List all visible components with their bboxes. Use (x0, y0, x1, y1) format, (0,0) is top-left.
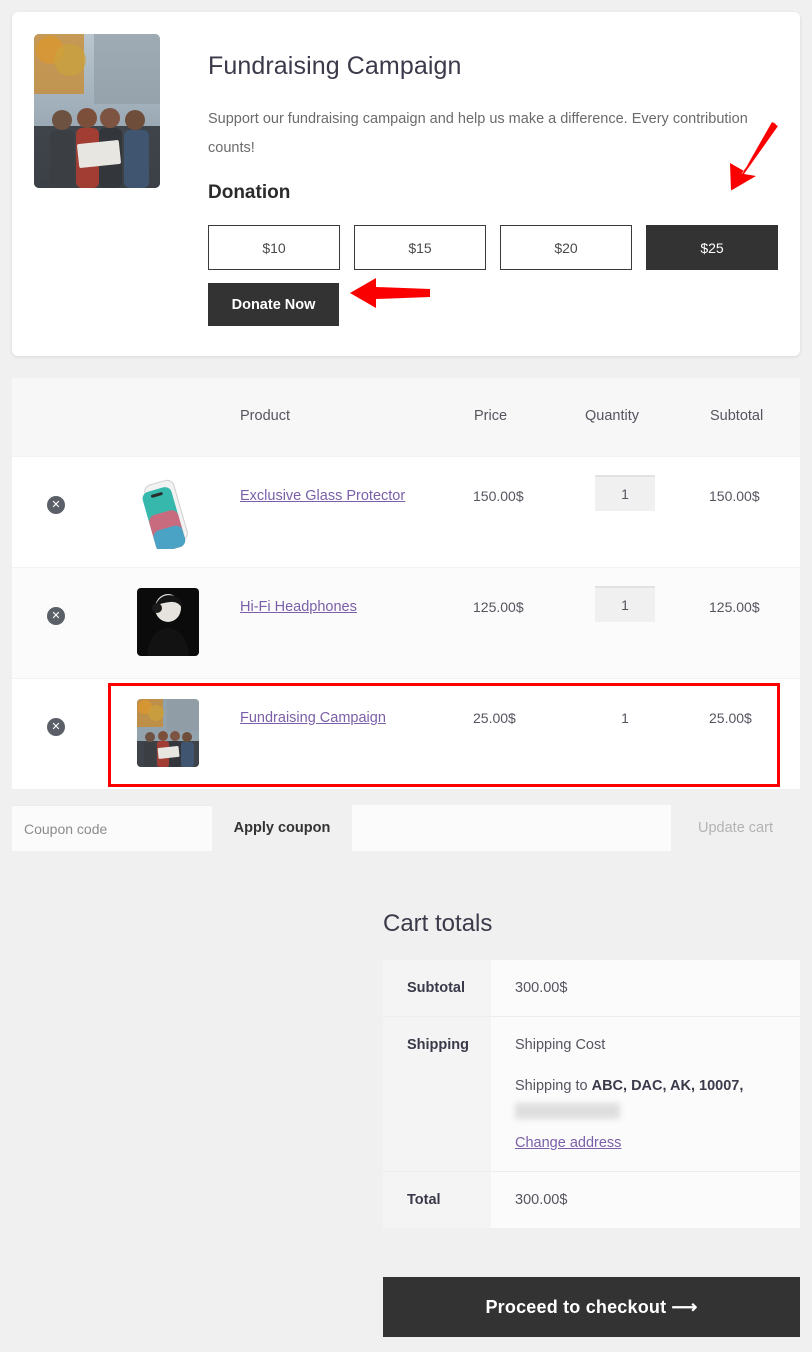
cart-page: Fundraising Campaign Support our fundrai… (0, 0, 812, 1352)
apply-coupon-button[interactable]: Apply coupon (212, 805, 352, 851)
campaign-description: Support our fundraising campaign and hel… (208, 111, 748, 156)
subtotal-label: Subtotal (383, 960, 491, 1016)
remove-item-icon[interactable]: ✕ (47, 718, 65, 736)
donation-card: Fundraising Campaign Support our fundrai… (12, 12, 800, 356)
column-header-product: Product (240, 408, 290, 424)
campaign-thumbnail (34, 34, 160, 188)
quantity-input[interactable] (595, 475, 655, 511)
proceed-to-checkout-button[interactable]: Proceed to checkout ⟶ (383, 1277, 800, 1337)
totals-row-shipping: Shipping Shipping Cost Shipping to ABC, … (383, 1016, 800, 1171)
column-header-quantity: Quantity (585, 408, 639, 424)
campaign-title: Fundraising Campaign (208, 52, 462, 80)
subtotal-value: 300.00$ (491, 960, 800, 1016)
shipping-value: Shipping Cost Shipping to ABC, DAC, AK, … (491, 1017, 800, 1171)
product-price: 25.00$ (473, 710, 516, 726)
remove-item-icon[interactable]: ✕ (47, 496, 65, 514)
donation-amount-20[interactable]: $20 (500, 225, 632, 270)
product-thumbnail (137, 588, 199, 656)
product-quantity: 1 (621, 710, 629, 726)
shipping-to-prefix: Shipping to (515, 1078, 592, 1094)
shipping-address-text: Shipping to ABC, DAC, AK, 10007, (515, 1075, 800, 1097)
column-header-subtotal: Subtotal (710, 408, 764, 424)
product-subtotal: 25.00$ (709, 710, 752, 726)
cart-totals-title: Cart totals (383, 910, 493, 937)
product-subtotal: 125.00$ (709, 599, 760, 615)
update-cart-button[interactable]: Update cart (671, 805, 800, 851)
shipping-label: Shipping (383, 1017, 491, 1171)
cart-table-header: Product Price Quantity Subtotal (12, 378, 800, 456)
donation-amount-15[interactable]: $15 (354, 225, 486, 270)
table-row: ✕ Exclusive Glass Protector 150.00$ 150.… (12, 456, 800, 567)
remove-item-icon[interactable]: ✕ (47, 607, 65, 625)
product-link[interactable]: Exclusive Glass Protector (240, 488, 405, 504)
donation-heading: Donation (208, 182, 291, 203)
cart-totals-table: Subtotal 300.00$ Shipping Shipping Cost … (383, 960, 800, 1228)
donate-now-button[interactable]: Donate Now (208, 283, 339, 326)
donation-amount-25[interactable]: $25 (646, 225, 778, 270)
shipping-cost-text: Shipping Cost (515, 1037, 606, 1053)
coupon-spacer (352, 805, 671, 851)
donation-amount-10[interactable]: $10 (208, 225, 340, 270)
product-thumbnail (137, 699, 199, 767)
product-link[interactable]: Hi-Fi Headphones (240, 599, 357, 615)
totals-row-subtotal: Subtotal 300.00$ (383, 960, 800, 1016)
table-row: ✕ Fundraising Campaign 25.00$ 1 25.00$ (12, 678, 800, 789)
total-label: Total (383, 1172, 491, 1228)
table-row: ✕ Hi-Fi Headphones 125.00$ 125.00$ (12, 567, 800, 678)
product-price: 125.00$ (473, 599, 524, 615)
product-subtotal: 150.00$ (709, 488, 760, 504)
cart-table: Product Price Quantity Subtotal ✕ Exclus… (12, 378, 800, 789)
product-price: 150.00$ (473, 488, 524, 504)
product-link[interactable]: Fundraising Campaign (240, 710, 386, 726)
coupon-code-input[interactable] (12, 805, 212, 851)
shipping-to-address: ABC, DAC, AK, 10007, (591, 1078, 744, 1094)
donation-amount-options: $10 $15 $20 $25 (208, 225, 778, 270)
shipping-address-redacted (515, 1103, 800, 1135)
column-header-price: Price (474, 408, 508, 424)
quantity-input[interactable] (595, 586, 655, 622)
coupon-row: Apply coupon Update cart (12, 805, 800, 851)
total-value: 300.00$ (491, 1172, 800, 1228)
change-address-link[interactable]: Change address (515, 1135, 621, 1151)
totals-row-total: Total 300.00$ (383, 1171, 800, 1228)
product-thumbnail (137, 475, 199, 549)
